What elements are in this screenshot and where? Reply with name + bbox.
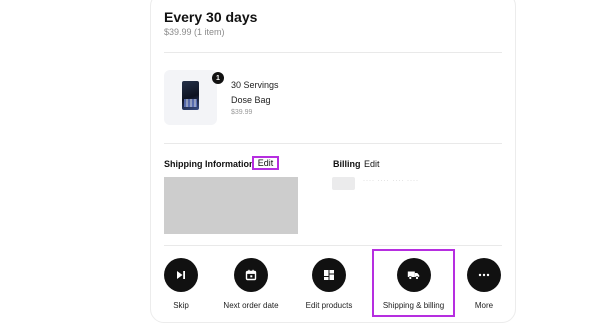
divider: [164, 143, 502, 144]
billing-label: Billing: [333, 159, 361, 169]
grid-icon: [312, 258, 346, 292]
next-order-date-button[interactable]: Next order date: [216, 258, 286, 310]
skip-button[interactable]: Skip: [151, 258, 211, 310]
more-button[interactable]: More: [462, 258, 506, 310]
product-price: $39.99: [231, 109, 253, 116]
card-number-masked: ···· ···· ···· ····: [363, 178, 419, 184]
billing-edit-link[interactable]: Edit: [364, 159, 380, 169]
more-label: More: [474, 301, 494, 310]
product-name-line2: Dose Bag: [231, 95, 271, 105]
shipping-info-label: Shipping Information: [164, 159, 255, 169]
edit-products-label: Edit products: [305, 301, 353, 310]
quantity-badge: 1: [212, 72, 224, 84]
edit-products-button[interactable]: Edit products: [298, 258, 360, 310]
divider: [164, 245, 502, 246]
highlight-box: [372, 249, 455, 317]
product-name-line1: 30 Servings: [231, 80, 279, 90]
skip-label: Skip: [173, 301, 189, 310]
divider: [164, 52, 502, 53]
product-image[interactable]: [164, 70, 217, 125]
dose-bag-image: [182, 81, 199, 110]
subscription-summary: $39.99 (1 item): [164, 27, 225, 37]
subscription-frequency-title: Every 30 days: [164, 9, 258, 25]
shipping-edit-link[interactable]: Edit: [252, 156, 279, 170]
skip-icon: [164, 258, 198, 292]
more-icon: [467, 258, 501, 292]
calendar-icon: [234, 258, 268, 292]
next-order-date-label: Next order date: [223, 301, 279, 310]
shipping-address-redacted: [164, 177, 298, 234]
credit-card-icon: [332, 177, 355, 190]
